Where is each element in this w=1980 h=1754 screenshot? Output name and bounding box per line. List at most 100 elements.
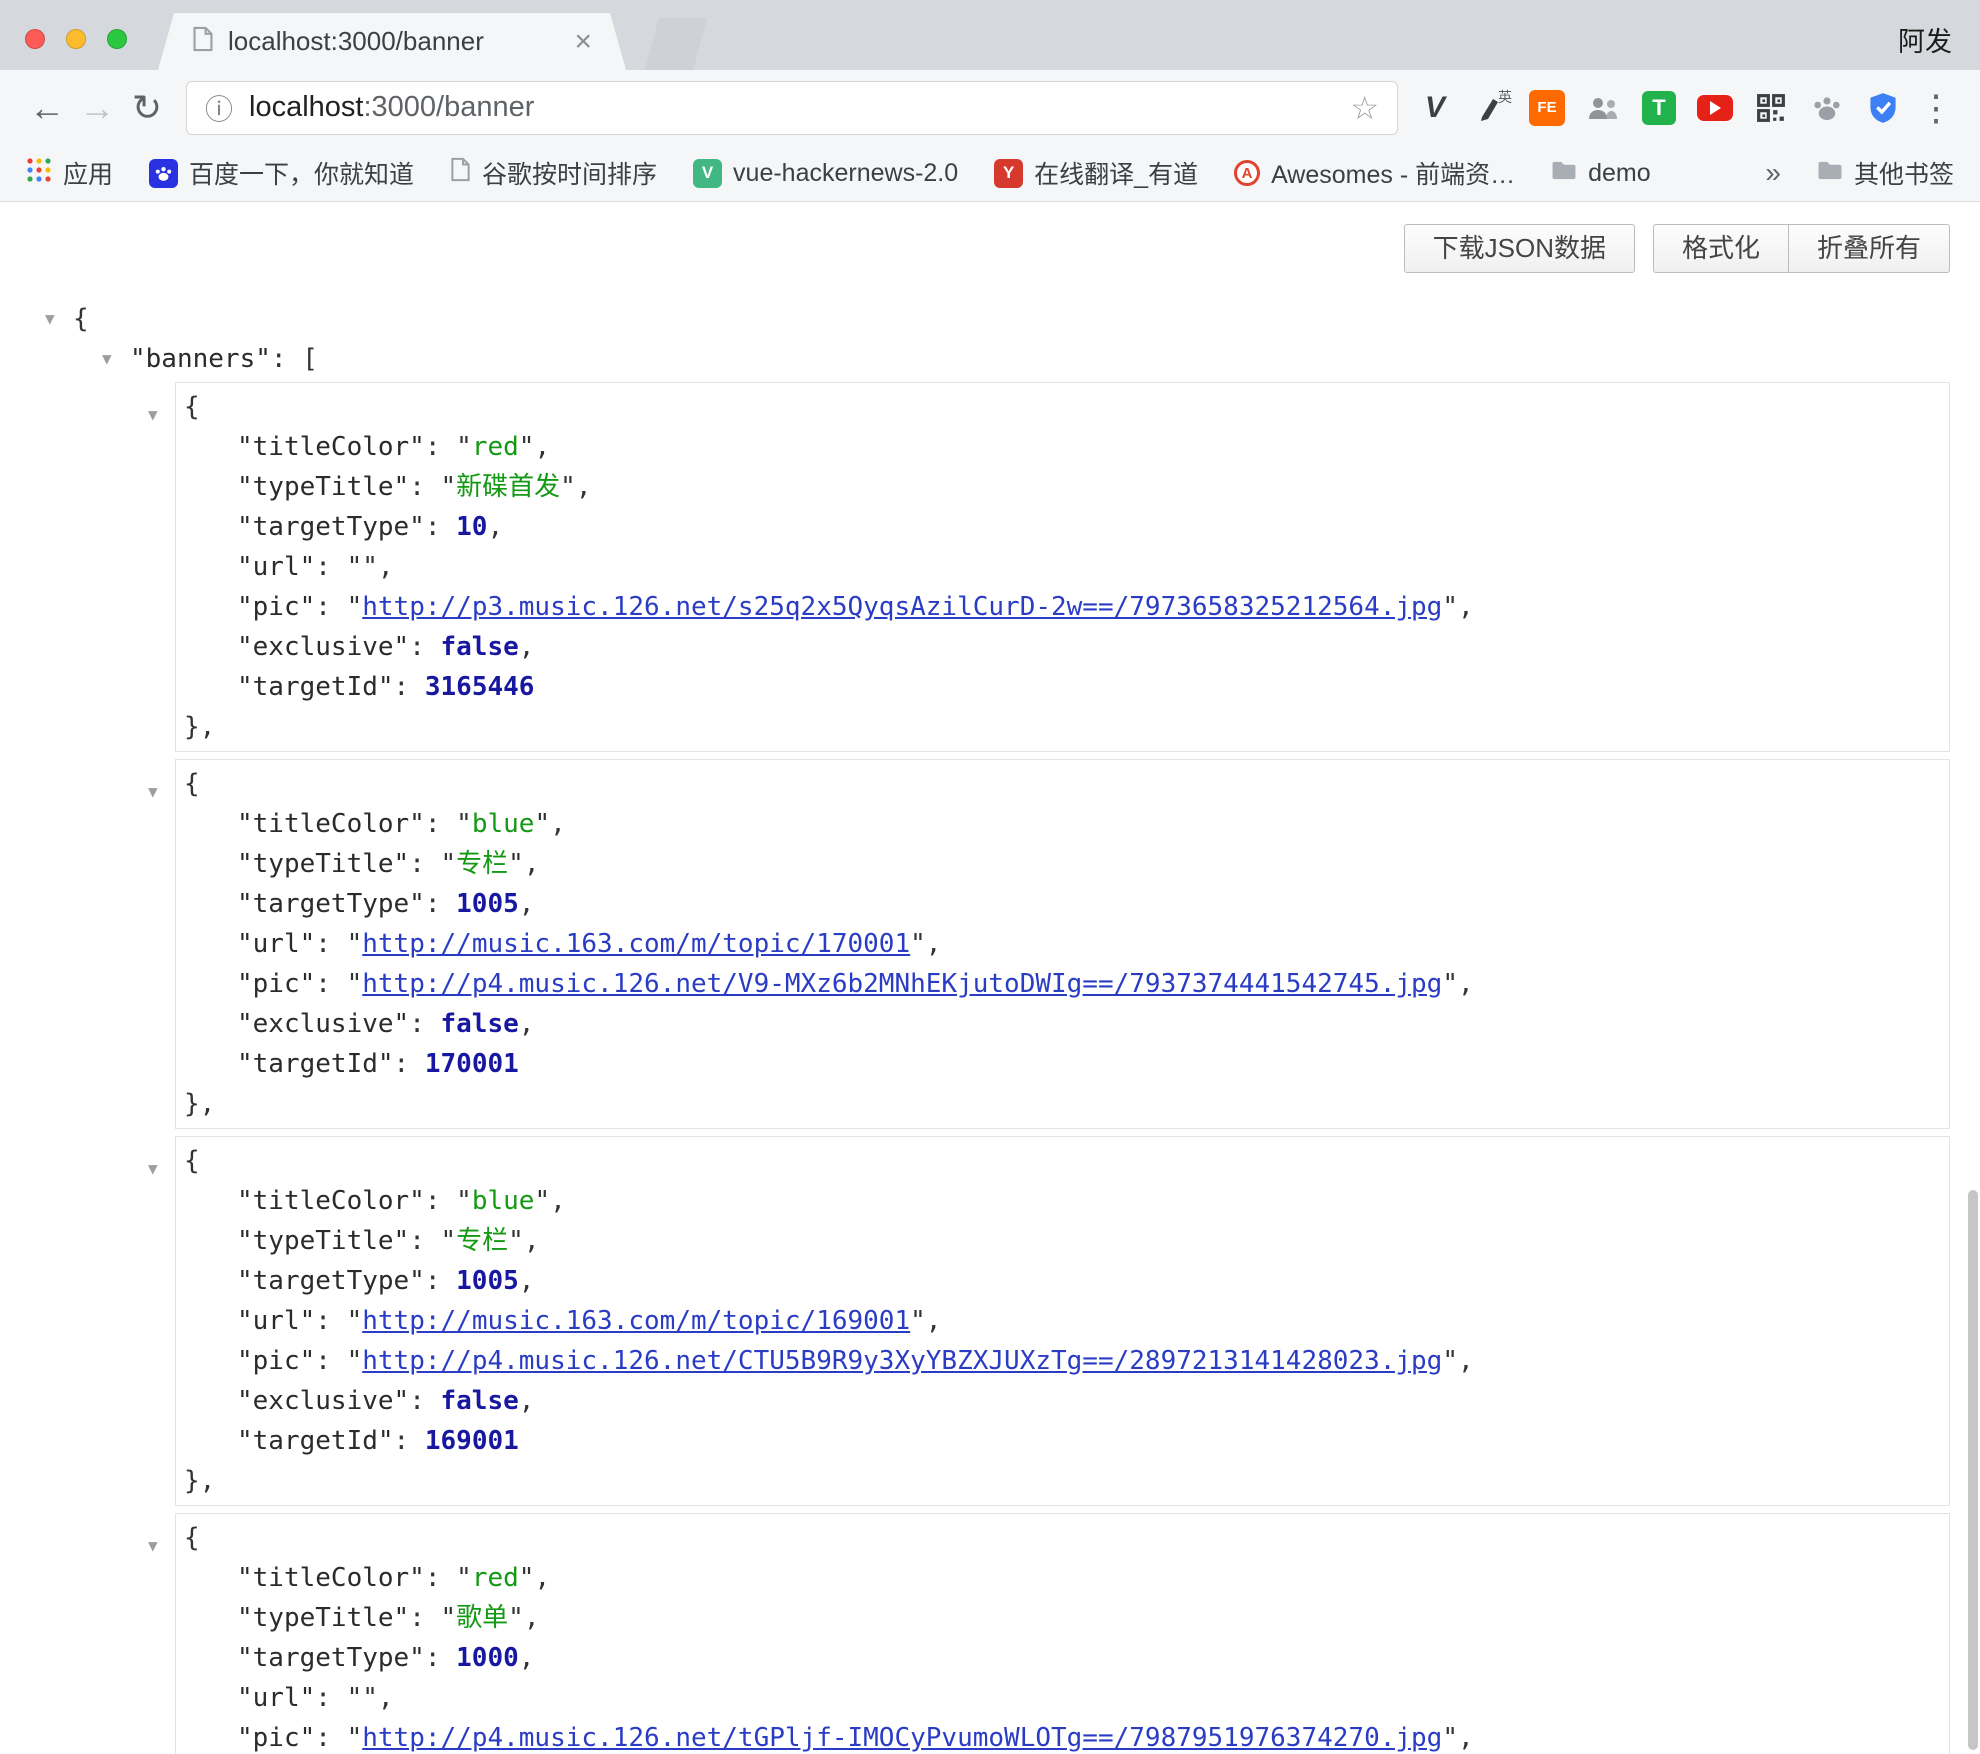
json-token: " [508, 1603, 524, 1633]
json-token: : [315, 969, 346, 999]
json-link[interactable]: http://music.163.com/m/topic/169001 [362, 1306, 910, 1336]
json-token: , [550, 809, 566, 839]
fullscreen-window-button[interactable] [107, 29, 127, 49]
bookmarks-overflow-chevron[interactable]: » [1765, 157, 1781, 189]
json-token: "typeTitle" [237, 472, 409, 502]
back-button-icon[interactable]: ← [22, 90, 72, 126]
bookmark-star-icon[interactable]: ☆ [1350, 89, 1379, 127]
page-info-icon[interactable]: ⓘ [205, 88, 233, 128]
collapse-toggle-icon[interactable]: ▼ [102, 339, 112, 379]
json-token: 169001 [425, 1426, 519, 1456]
youdao-badge-glyph: 英 [1498, 87, 1512, 107]
json-token: " [1442, 1346, 1458, 1376]
json-link[interactable]: http://p4.music.126.net/V9-MXz6b2MNhEKju… [362, 969, 1442, 999]
json-token: 170001 [425, 1049, 519, 1079]
bookmark-item-google-sort[interactable]: 谷歌按时间排序 [450, 155, 657, 191]
scrollbar-thumb[interactable] [1968, 1190, 1978, 1750]
url-host: localhost [249, 91, 363, 123]
json-token: "titleColor" [237, 1563, 425, 1593]
json-token: "titleColor" [237, 432, 425, 462]
json-token: : [425, 809, 456, 839]
people-extension-icon[interactable] [1584, 89, 1622, 127]
json-token: : [425, 1266, 456, 1296]
json-token: , [519, 1386, 535, 1416]
json-line: "pic": "http://p4.music.126.net/V9-MXz6b… [176, 964, 1949, 1004]
json-token: , [524, 1226, 540, 1256]
vimium-glyph: V [1425, 91, 1445, 125]
close-window-button[interactable] [25, 29, 45, 49]
json-token: " [1442, 969, 1458, 999]
vimium-extension-icon[interactable]: V [1416, 89, 1454, 127]
bookmark-item-youdao-translate[interactable]: Y 在线翻译_有道 [994, 155, 1198, 191]
collapse-toggle-icon[interactable]: ▼ [45, 299, 55, 339]
url-text[interactable]: localhost:3000/banner [249, 91, 534, 124]
json-token: , [378, 1683, 394, 1713]
youtube-extension-icon[interactable] [1696, 89, 1734, 127]
fehelper-extension-icon[interactable]: FE [1528, 89, 1566, 127]
youdao-dict-extension-icon[interactable]: 英 [1472, 89, 1510, 127]
folder-icon [1817, 159, 1843, 188]
address-bar[interactable]: ⓘ localhost:3000/banner ☆ [186, 81, 1398, 135]
window-controls [25, 29, 127, 49]
bookmark-item-vue-hackernews[interactable]: V vue-hackernews-2.0 [693, 159, 958, 188]
json-token: false [441, 632, 519, 662]
browser-menu-icon[interactable]: ⋮ [1918, 90, 1954, 126]
json-token: : [425, 889, 456, 919]
bookmark-item-apps[interactable]: 应用 [26, 155, 113, 191]
t-shield-extension-icon[interactable]: T [1640, 89, 1678, 127]
json-token: { [184, 769, 200, 799]
bookmark-item-other-bookmarks[interactable]: 其他书签 [1817, 155, 1954, 191]
collapse-toggle-icon[interactable]: ▼ [148, 1159, 158, 1178]
json-line: "titleColor": "red", [176, 1558, 1949, 1598]
tab-close-icon[interactable]: × [574, 27, 592, 57]
json-link[interactable]: http://p3.music.126.net/s25q2x5QyqsAzilC… [362, 592, 1442, 622]
forward-button-icon: → [72, 90, 122, 126]
qr-code-extension-icon[interactable] [1752, 89, 1790, 127]
json-token: " [362, 552, 378, 582]
download-json-button[interactable]: 下载JSON数据 [1404, 224, 1635, 273]
json-line: "typeTitle": "新碟首发", [176, 467, 1949, 507]
bookmark-label: 百度一下，你就知道 [189, 155, 414, 191]
json-token: , [550, 1186, 566, 1216]
json-line: }, [176, 707, 1949, 747]
json-token: : [409, 1009, 440, 1039]
paw-extension-icon[interactable] [1808, 89, 1846, 127]
json-token: "pic" [237, 1723, 315, 1753]
shield-check-extension-icon[interactable] [1864, 89, 1902, 127]
json-token: : [425, 512, 456, 542]
json-token: " [347, 929, 363, 959]
json-link[interactable]: http://music.163.com/m/topic/170001 [362, 929, 910, 959]
bookmark-item-demo-folder[interactable]: demo [1551, 159, 1651, 188]
collapse-toggle-icon[interactable]: ▼ [148, 1536, 158, 1555]
bookmark-label: 其他书签 [1854, 155, 1954, 191]
format-button[interactable]: 格式化 [1653, 224, 1788, 273]
youdao-icon: Y [994, 159, 1023, 188]
browser-window: localhost:3000/banner × 阿发 ← → ↻ ⓘ local… [0, 0, 1980, 202]
collapse-toggle-icon[interactable]: ▼ [148, 782, 158, 801]
json-link[interactable]: http://p4.music.126.net/CTU5B9R9y3XyYBZX… [362, 1346, 1442, 1376]
json-token: : [425, 432, 456, 462]
json-token: "url" [237, 552, 315, 582]
json-token: "targetType" [237, 512, 425, 542]
json-line: "url": "http://music.163.com/m/topic/170… [176, 924, 1949, 964]
json-token: : [425, 1643, 456, 1673]
collapse-all-button[interactable]: 折叠所有 [1788, 224, 1950, 273]
browser-tab[interactable]: localhost:3000/banner × [158, 13, 626, 70]
json-link[interactable]: http://p4.music.126.net/tGPljf-IMOCyPvum… [362, 1723, 1442, 1753]
json-token: : [394, 672, 425, 702]
json-token: " [347, 969, 363, 999]
reload-button-icon[interactable]: ↻ [122, 90, 172, 126]
fehelper-glyph: FE [1529, 90, 1565, 126]
json-line: "titleColor": "blue", [176, 804, 1949, 844]
minimize-window-button[interactable] [66, 29, 86, 49]
json-token: 1005 [456, 889, 519, 919]
collapse-toggle-icon[interactable]: ▼ [148, 405, 158, 424]
json-token: "url" [237, 1683, 315, 1713]
bookmark-item-awesomes[interactable]: A Awesomes - 前端资… [1234, 155, 1515, 191]
profile-name[interactable]: 阿发 [1898, 20, 1952, 59]
bookmark-label: Awesomes - 前端资… [1271, 155, 1515, 191]
json-line: "url": "http://music.163.com/m/topic/169… [176, 1301, 1949, 1341]
new-tab-button[interactable] [645, 18, 707, 70]
json-line: }, [176, 1084, 1949, 1124]
bookmark-item-baidu[interactable]: 百度一下，你就知道 [149, 155, 414, 191]
